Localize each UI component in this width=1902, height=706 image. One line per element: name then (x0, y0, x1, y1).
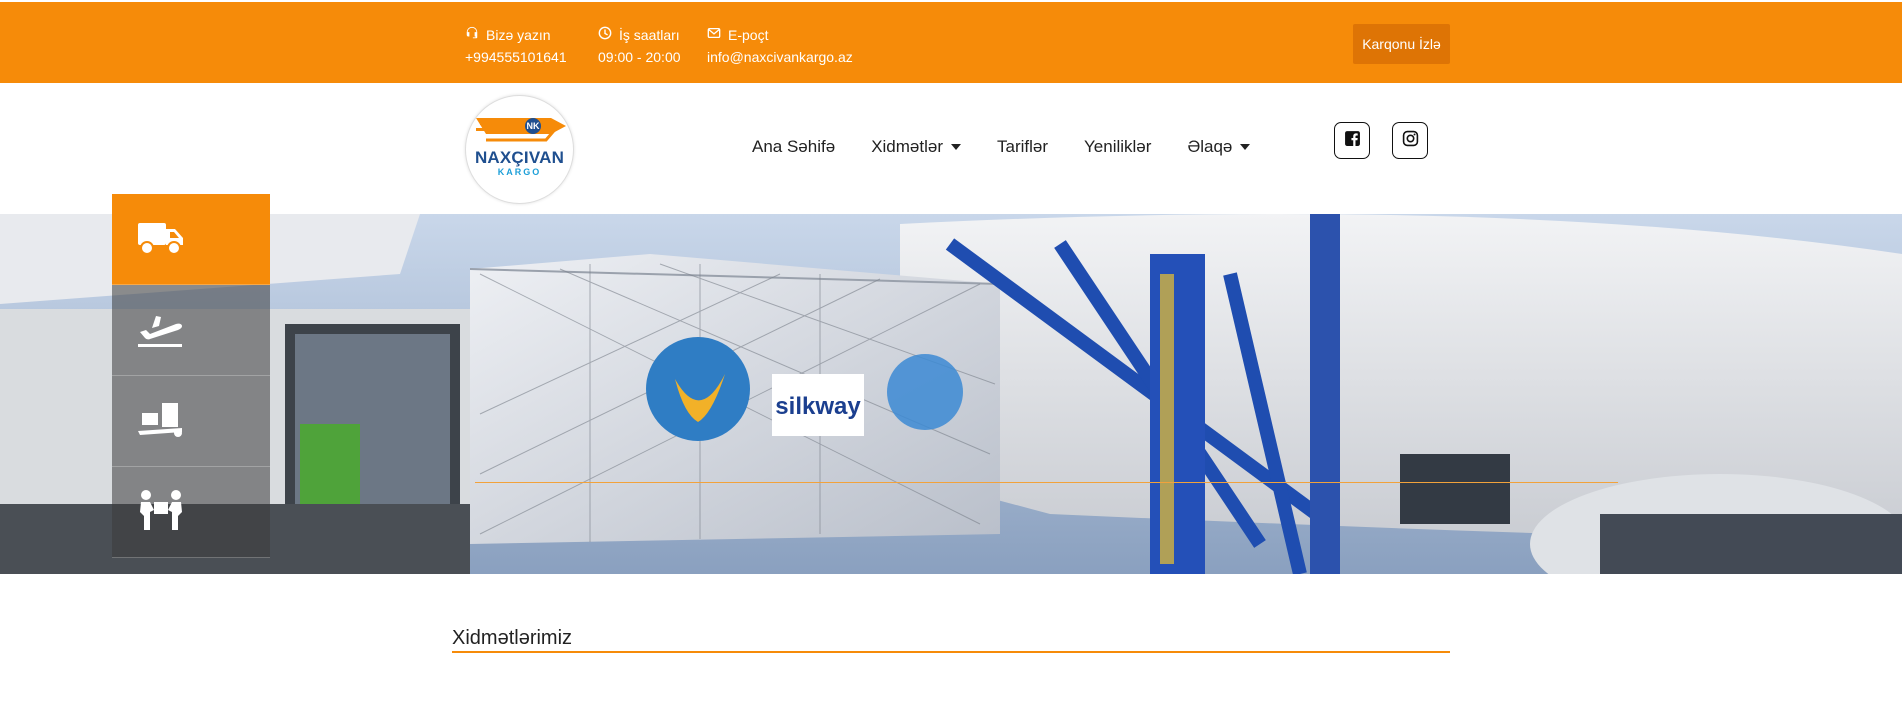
sidebar-item-plane[interactable] (112, 285, 270, 376)
contact-hours: İş saatları 09:00 - 20:00 (598, 24, 681, 68)
instagram-icon (1402, 130, 1419, 152)
section-underline (452, 651, 1450, 653)
contact-label: E-poçt (728, 27, 769, 43)
envelope-icon (707, 24, 721, 46)
nav-home[interactable]: Ana Səhifə (752, 137, 835, 157)
track-cargo-button[interactable]: Karqonu İzlə (1353, 24, 1450, 64)
logo-text: NAXÇIVAN (474, 148, 565, 167)
hero-banner-text: silkway (775, 393, 861, 420)
hero-image: silkway (0, 214, 1902, 574)
service-sidebar (112, 194, 270, 558)
top-bar: Bizə yazın +994555101641 İş saatları 09:… (0, 2, 1902, 83)
logo-badge: NK (527, 121, 540, 131)
nav-contact[interactable]: Əlaqə (1187, 137, 1251, 157)
people-carry-icon (136, 488, 186, 537)
contact-label: İş saatları (619, 27, 680, 43)
sidebar-item-people[interactable] (112, 467, 270, 558)
instagram-button[interactable] (1392, 122, 1428, 159)
nav-tariffs[interactable]: Tariflər (997, 137, 1048, 157)
logo[interactable]: NK NAXÇIVAN KARGO (465, 95, 574, 204)
sidebar-item-truck[interactable] (112, 194, 270, 285)
contact-email[interactable]: E-poçt info@naxcivankargo.az (707, 24, 853, 68)
nav-services[interactable]: Xidmətlər (871, 137, 961, 157)
contact-write-us[interactable]: Bizə yazın +994555101641 (465, 24, 567, 68)
caret-down-icon (1240, 144, 1251, 150)
nav-news[interactable]: Yeniliklər (1084, 137, 1151, 157)
clock-icon (598, 24, 612, 46)
caret-down-icon (951, 144, 961, 150)
contact-email-value: info@naxcivankargo.az (707, 49, 853, 65)
facebook-icon (1344, 130, 1361, 152)
hero-banner: silkway (0, 214, 1902, 574)
hero-divider (475, 482, 1618, 483)
main-nav: Ana Səhifə Xidmətlər Tariflər Yeniliklər… (752, 137, 1251, 157)
section-title: Xidmətlərimiz (452, 627, 573, 649)
truck-icon (136, 215, 186, 264)
contact-label: Bizə yazın (486, 27, 551, 43)
logo-subtext: KARGO (497, 167, 542, 177)
contact-hours-value: 09:00 - 20:00 (598, 49, 681, 65)
contact-phone: +994555101641 (465, 49, 567, 65)
facebook-button[interactable] (1334, 122, 1370, 159)
headset-icon (465, 24, 479, 46)
dolly-boxes-icon (136, 397, 186, 446)
sidebar-item-dolly[interactable] (112, 376, 270, 467)
plane-departure-icon (136, 306, 186, 355)
